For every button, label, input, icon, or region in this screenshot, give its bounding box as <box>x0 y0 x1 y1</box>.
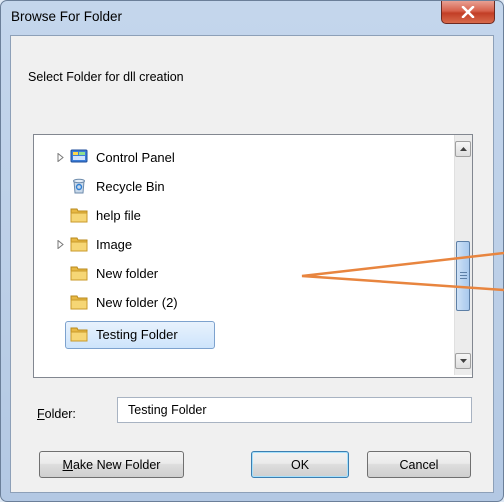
ok-label: OK <box>290 457 310 472</box>
cancel-button[interactable]: Cancel <box>367 451 471 478</box>
folder-field-label: Folder: <box>37 407 76 421</box>
control-panel-icon <box>70 148 88 166</box>
cancel-label: Cancel <box>399 457 439 472</box>
dialog-prompt: Select Folder for dll creation <box>28 70 184 84</box>
expand-arrow-icon[interactable] <box>56 152 65 162</box>
dialog-title: Browse For Folder <box>11 9 123 24</box>
folder-icon <box>70 264 88 282</box>
tree-item-label: New folder <box>96 265 159 281</box>
tree-item-label: help file <box>96 207 141 223</box>
tree-item-label: Control Panel <box>96 149 175 165</box>
folder-icon <box>70 235 88 253</box>
close-button[interactable] <box>441 1 495 24</box>
recycle-bin-icon <box>70 177 88 195</box>
scroll-down-button[interactable] <box>455 353 471 369</box>
title-bar[interactable]: Browse For Folder <box>1 1 503 33</box>
tree-item-label: Image <box>96 236 133 252</box>
folder-icon <box>70 293 88 311</box>
tree-item-label: New folder (2) <box>96 294 178 310</box>
scroll-up-icon <box>459 147 467 151</box>
folder-icon <box>70 325 88 343</box>
close-icon <box>461 6 475 18</box>
scroll-up-button[interactable] <box>455 141 471 157</box>
folder-icon <box>70 206 88 224</box>
vertical-scrollbar[interactable] <box>454 135 472 375</box>
folder-tree[interactable]: Control Panel Recycle Bin help file Imag… <box>33 134 473 378</box>
make-new-folder-label: Make New Folder <box>62 457 161 472</box>
scroll-thumb[interactable] <box>456 241 470 311</box>
expand-arrow-icon[interactable] <box>56 239 65 249</box>
ok-button[interactable]: OK <box>251 451 349 478</box>
make-new-folder-button[interactable]: Make New Folder <box>39 451 184 478</box>
scroll-down-icon <box>459 359 467 363</box>
tree-item-label: Recycle Bin <box>96 178 165 194</box>
tree-item-label: Testing Folder <box>96 326 178 342</box>
folder-input[interactable] <box>117 397 472 423</box>
